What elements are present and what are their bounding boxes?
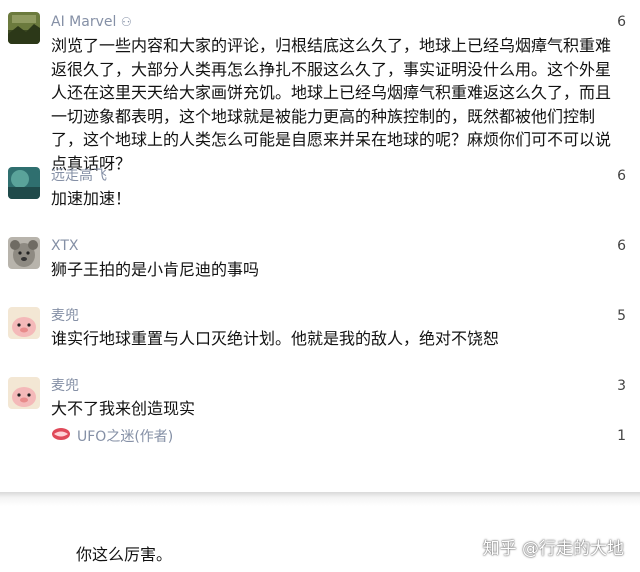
comment-author[interactable]: 麦兜 (51, 377, 79, 395)
comment-list: AI Marvel ⚇ 6 浏览了一些内容和大家的评论，归根结底这么久了，地球上… (0, 0, 640, 492)
author-avatar-icon (51, 427, 71, 446)
comment-author[interactable]: 远走高飞 (51, 167, 107, 185)
comment-text: 狮子王拍的是小肯尼迪的事吗 (51, 260, 260, 279)
avatar[interactable] (8, 307, 40, 339)
avatar[interactable] (8, 167, 40, 199)
avatar[interactable] (8, 12, 40, 44)
badge-icon: ⚇ (120, 15, 132, 29)
like-count[interactable]: 3 (617, 377, 626, 395)
comment-text: 大不了我来创造现实 (51, 399, 196, 418)
comment-text: 加速加速！ (51, 189, 132, 208)
comment-author[interactable]: 麦兜 (51, 307, 79, 325)
like-count[interactable]: 1 (617, 427, 626, 445)
like-count[interactable]: 5 (617, 307, 626, 325)
comment-text: 谁实行地球重置与人口灭绝计划。他就是我的敌人，绝对不饶恕 (51, 329, 500, 348)
like-count[interactable]: 6 (617, 167, 626, 185)
reply-author[interactable]: UFO之迷(作者) (77, 428, 173, 446)
watermark: 知乎 @行走的大地 (482, 539, 624, 559)
avatar[interactable] (8, 377, 40, 409)
comment-author[interactable]: XTX (51, 237, 79, 255)
like-count[interactable]: 6 (617, 13, 626, 31)
divider (0, 492, 640, 506)
like-count[interactable]: 6 (617, 237, 626, 255)
comment-text: 浏览了一些内容和大家的评论，归根结底这么久了，地球上已经乌烟瘴气积重难返很久了，… (51, 36, 612, 173)
reply-input-text[interactable]: 你这么厉害。 (76, 545, 172, 565)
reply-preview[interactable]: UFO之迷(作者) (51, 427, 173, 446)
avatar[interactable] (8, 237, 40, 269)
comment-author[interactable]: AI Marvel ⚇ (51, 13, 132, 31)
